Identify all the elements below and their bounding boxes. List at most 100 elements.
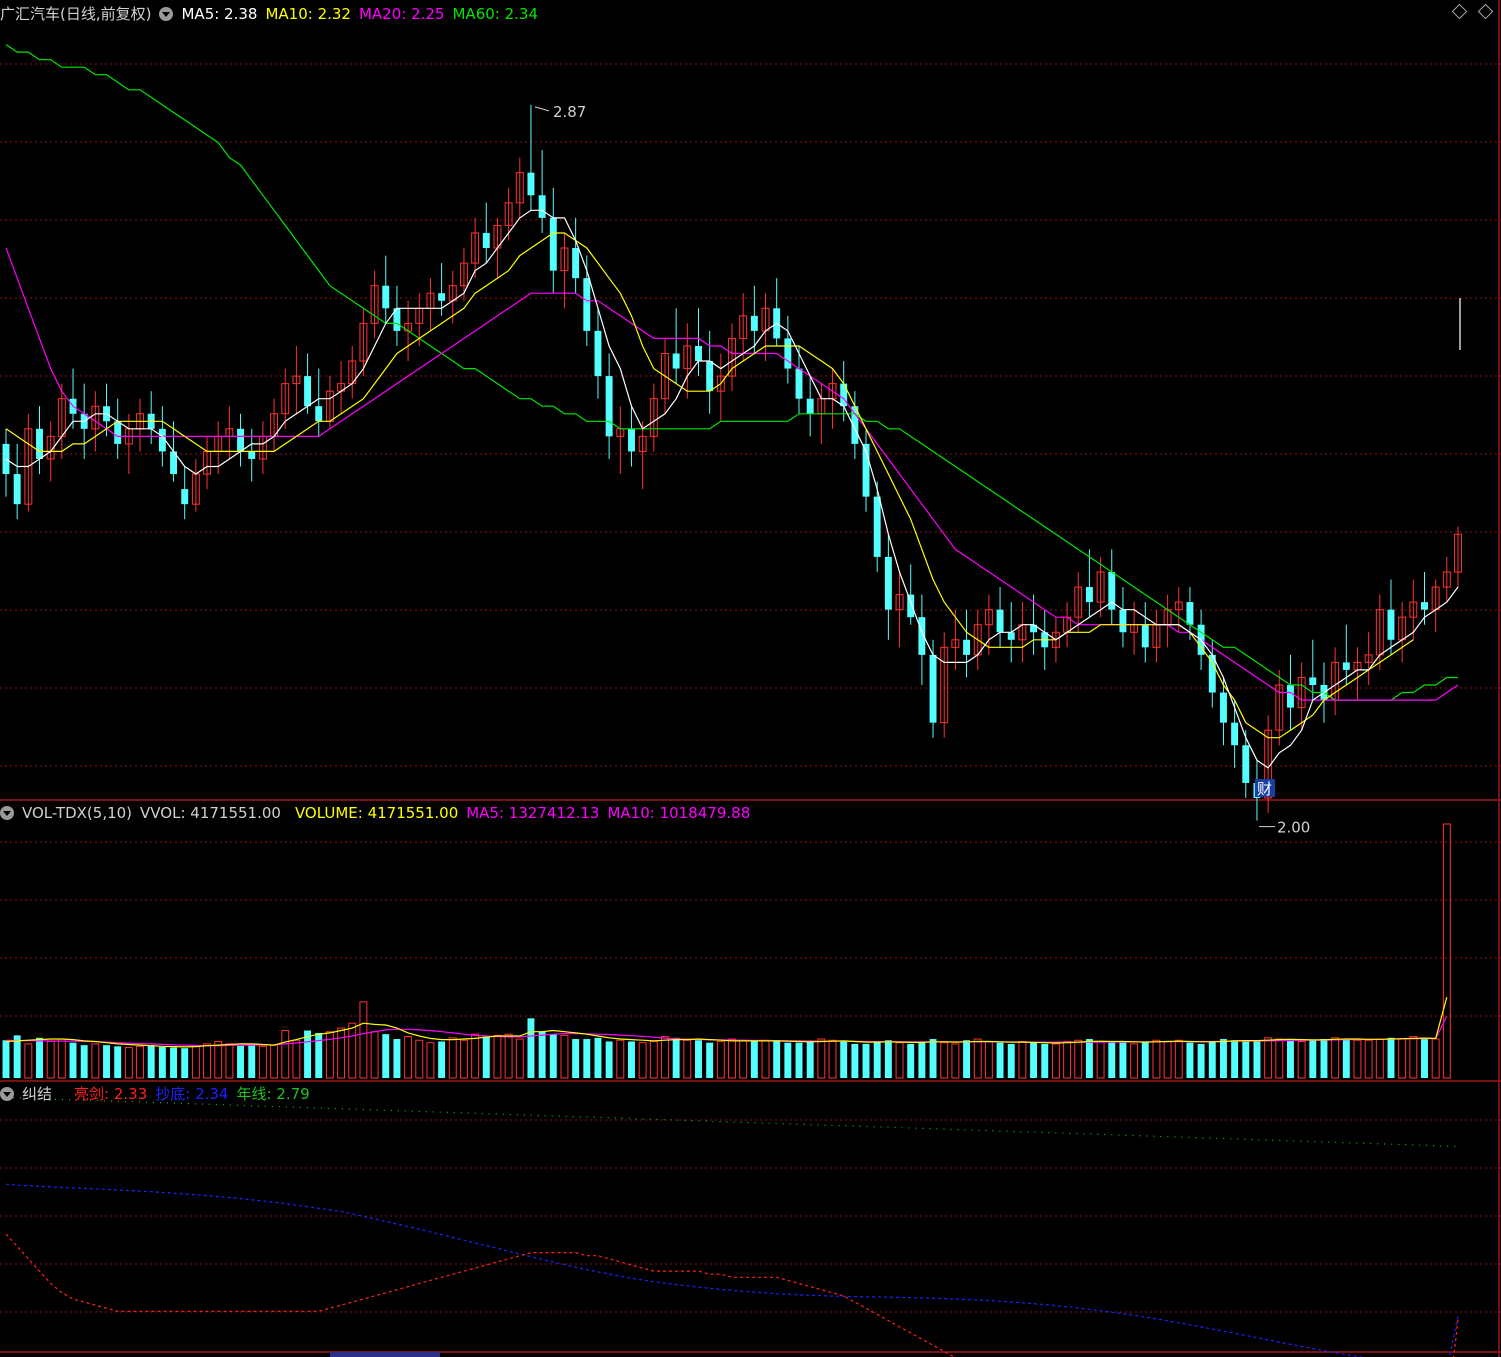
candle-body-down bbox=[963, 639, 971, 655]
volume-bar-down bbox=[750, 1041, 758, 1078]
ma10-line bbox=[5, 232, 1414, 739]
volume-bar-up bbox=[1174, 1039, 1183, 1079]
volume-bar-up bbox=[1364, 1039, 1373, 1079]
volume-bar-up bbox=[1409, 1036, 1418, 1079]
volume-bar-down bbox=[795, 1042, 803, 1078]
ma60-label: MA60: 2.34 bbox=[452, 5, 538, 23]
volume-bar-up bbox=[1331, 1037, 1340, 1079]
volume-bar-up bbox=[1018, 1040, 1027, 1079]
volume-bar-down bbox=[1231, 1040, 1239, 1078]
ma20-label: MA20: 2.25 bbox=[358, 5, 445, 23]
volume-bar-down bbox=[1141, 1041, 1149, 1078]
volume-bar-down bbox=[549, 1034, 557, 1078]
candle-body-down bbox=[1231, 722, 1239, 746]
indicator-menu-icon[interactable] bbox=[159, 7, 174, 21]
volume-bar-up bbox=[337, 1027, 346, 1079]
volume-bar-down bbox=[918, 1041, 926, 1078]
volume-bar-up bbox=[1353, 1039, 1362, 1079]
volume-bar-up bbox=[1442, 823, 1451, 1079]
liangjian-line bbox=[5, 1233, 1459, 1357]
ma20-line bbox=[5, 247, 1459, 701]
candle-body-down bbox=[315, 406, 323, 422]
volume-bar-up bbox=[292, 1039, 301, 1079]
volume-bar-down bbox=[1186, 1042, 1194, 1078]
candle-body-down bbox=[806, 398, 814, 414]
volume-bar-down bbox=[706, 1042, 714, 1078]
volume-bar-down bbox=[1041, 1043, 1049, 1078]
volume-bar-up bbox=[493, 1034, 502, 1079]
volume-bar-down bbox=[181, 1048, 189, 1078]
volume-bar-up bbox=[348, 1022, 357, 1079]
volume-bar-down bbox=[2, 1040, 10, 1078]
volume-bar-down bbox=[538, 1031, 546, 1078]
volume-bar-up bbox=[683, 1039, 692, 1079]
price-panel-header: 广汇汽车(日线,前复权) MA5: 2.38 MA10: 2.32 MA20: 2.2… bbox=[0, 3, 546, 25]
volume-bar-up bbox=[951, 1043, 960, 1079]
volume-bar-down bbox=[482, 1036, 490, 1078]
candle-body-down bbox=[248, 451, 256, 459]
volume-bar-up bbox=[728, 1038, 736, 1079]
candle-body-down bbox=[13, 474, 21, 505]
candle-body-down bbox=[695, 345, 702, 362]
high-arrow bbox=[534, 106, 550, 112]
volume-bar-down bbox=[1387, 1037, 1395, 1078]
volume-bar-up bbox=[1096, 1040, 1105, 1079]
horizontal-scrollbar[interactable] bbox=[330, 1352, 440, 1357]
volume-bar-up bbox=[1275, 1038, 1284, 1079]
candle-body-down bbox=[583, 278, 591, 331]
candle-body-down bbox=[1119, 609, 1127, 633]
volume-bar-down bbox=[907, 1043, 915, 1078]
volume-bar-up bbox=[57, 1038, 66, 1079]
volume-bar-up bbox=[761, 1039, 770, 1079]
candle-body-down bbox=[36, 428, 43, 459]
volume-bar-down bbox=[594, 1037, 602, 1078]
volume-bar-up bbox=[515, 1038, 524, 1079]
volume-bar-up bbox=[984, 1040, 993, 1079]
candle-body-down bbox=[114, 421, 122, 444]
candle-body-down bbox=[181, 489, 189, 505]
indicator-menu-icon[interactable] bbox=[0, 1087, 14, 1101]
candle-body-down bbox=[706, 361, 714, 392]
candle-body-down bbox=[572, 248, 580, 279]
volume-bar-down bbox=[13, 1035, 21, 1078]
stock-chart-canvas[interactable]: 2.87 2.00 财 bbox=[0, 0, 1501, 1357]
candle-body-down bbox=[438, 293, 446, 301]
candle-body-down bbox=[538, 195, 546, 218]
candle-body-down bbox=[549, 217, 557, 271]
indicator-name: 纠结 bbox=[22, 1085, 53, 1103]
volume-bar-down bbox=[438, 1041, 446, 1078]
candle-body-down bbox=[527, 172, 535, 196]
volume-bar-up bbox=[1375, 1038, 1384, 1079]
volume-bar-up bbox=[426, 1042, 435, 1079]
candle-body-down bbox=[1242, 745, 1250, 783]
volume-bar-up bbox=[270, 1044, 279, 1079]
candle-body-down bbox=[237, 428, 245, 452]
volume-bar-up bbox=[638, 1042, 647, 1079]
volume-bar-up bbox=[1431, 1038, 1440, 1079]
volume-bar-up bbox=[1297, 1040, 1306, 1079]
volume-bar-down bbox=[315, 1032, 323, 1078]
volume-bar-down bbox=[996, 1042, 1004, 1078]
vvol-label: VVOL: 4171551.00 bbox=[140, 804, 281, 822]
candle-body-down bbox=[628, 428, 635, 452]
volume-bar-down bbox=[963, 1040, 971, 1078]
stock-title: 广汇汽车(日线,前复权) bbox=[0, 5, 152, 23]
volume-bar-down bbox=[114, 1046, 122, 1078]
volume-bar-up bbox=[1063, 1040, 1072, 1079]
volume-bar-down bbox=[1309, 1040, 1317, 1078]
candle-body-down bbox=[304, 376, 312, 407]
volume-bar-up bbox=[1152, 1039, 1161, 1079]
candle-body-down bbox=[1085, 587, 1093, 603]
volume-bar-down bbox=[1421, 1037, 1428, 1078]
volume-bar-down bbox=[1320, 1039, 1328, 1078]
candle-body-down bbox=[929, 654, 937, 723]
vol-ma5-label: MA5: 1327412.13 bbox=[466, 804, 600, 822]
indicator-menu-icon[interactable] bbox=[0, 806, 14, 820]
volume-bar-up bbox=[1051, 1043, 1060, 1079]
volume-bar-down bbox=[1208, 1041, 1216, 1078]
chaodi-label: 抄底: 2.34 bbox=[155, 1085, 229, 1103]
candle-body-down bbox=[1286, 684, 1294, 708]
volume-bar-up bbox=[1398, 1038, 1407, 1079]
volume-bar-up bbox=[817, 1038, 826, 1079]
candle-body-down bbox=[1219, 692, 1227, 723]
